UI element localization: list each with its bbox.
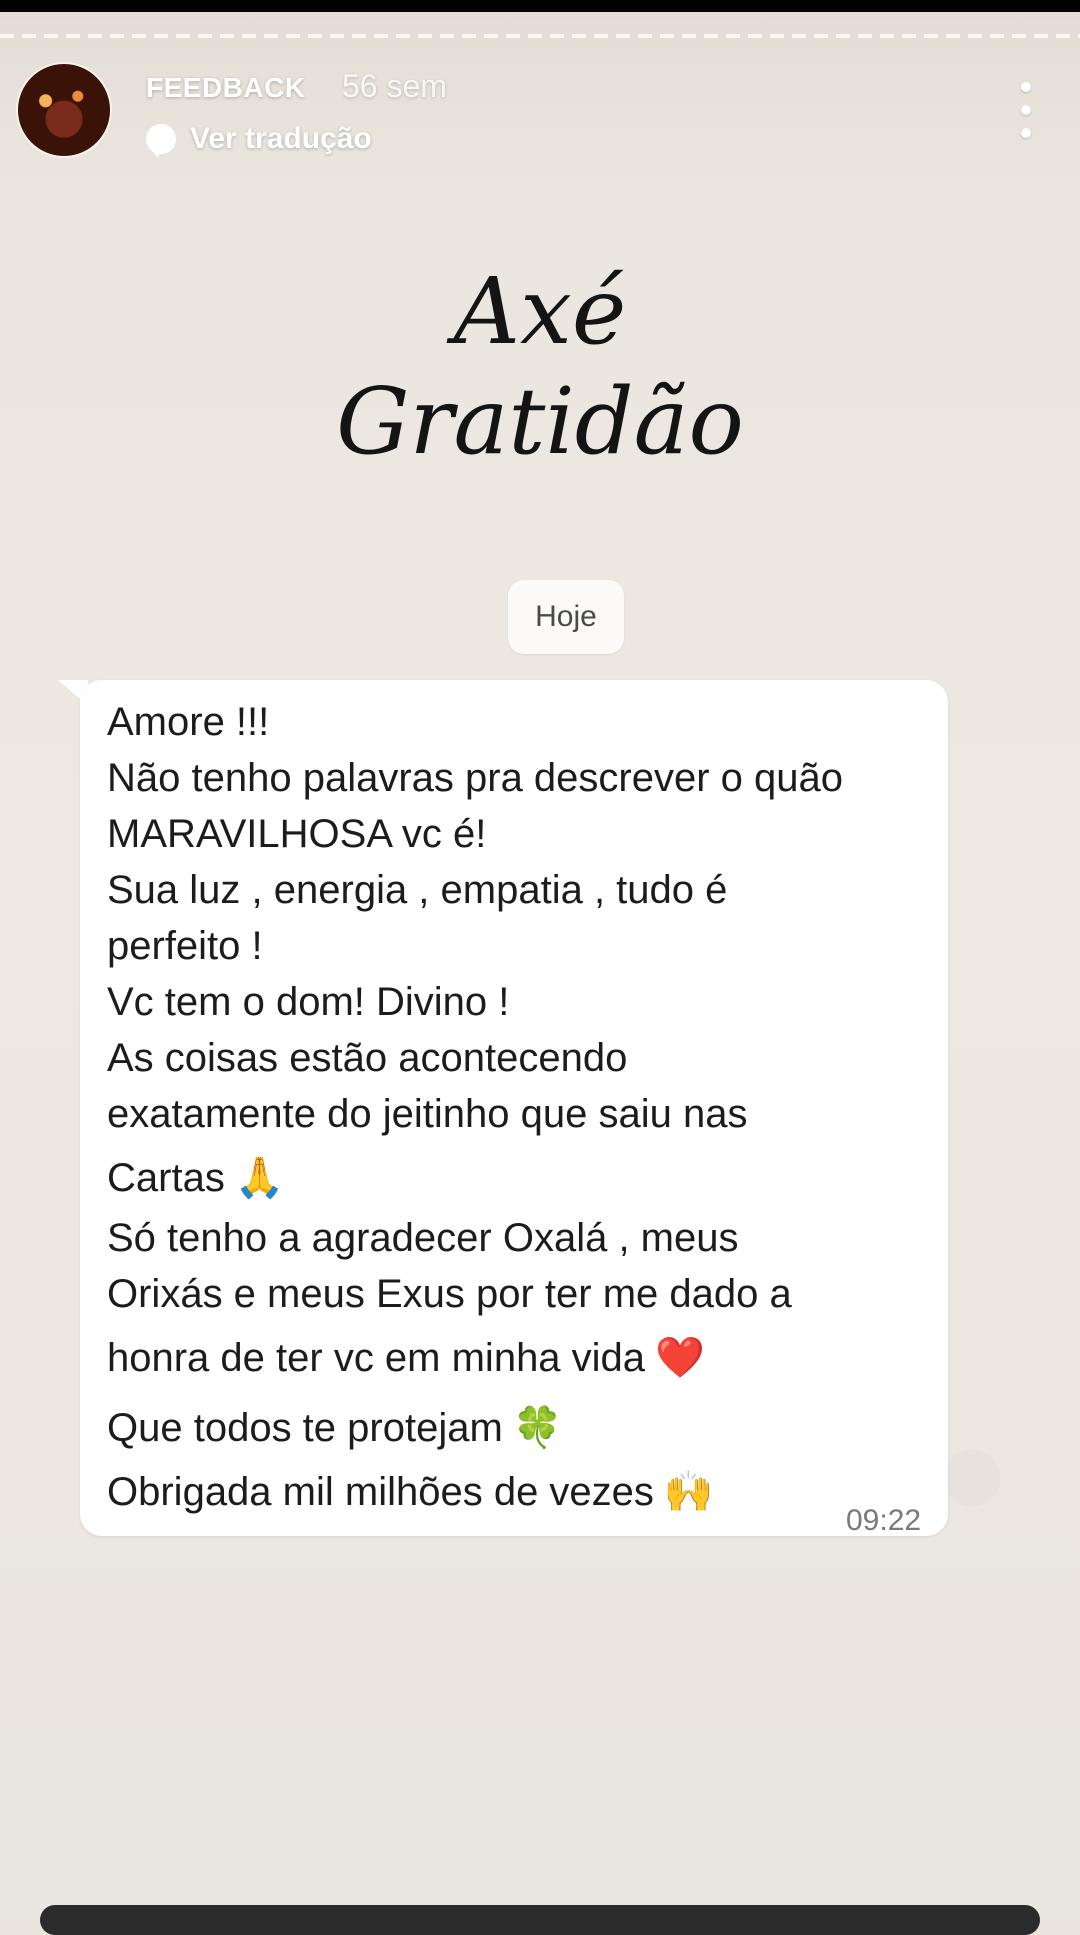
message-line: Não tenho palavras pra descrever o quão — [107, 756, 844, 800]
story-progress-bar — [0, 34, 1080, 38]
status-strip — [0, 0, 1080, 12]
message-line: Amore !!! — [107, 700, 270, 744]
translate-label: Ver tradução — [190, 122, 372, 155]
message-line-with-emoji: Obrigada mil milhões de vezes 🙌 — [107, 1468, 714, 1515]
menu-dot — [1021, 105, 1031, 115]
translate-button[interactable]: Ver tradução — [146, 122, 372, 158]
message-line: Vc tem o dom! Divino ! — [107, 980, 510, 1024]
pray-emoji-icon: 🙏 — [234, 1156, 285, 1200]
story-username[interactable]: FEEDBACK — [146, 72, 306, 104]
clover-emoji-icon: 🍀 — [512, 1406, 563, 1450]
message-line-with-emoji: Que todos te protejam 🍀 — [107, 1404, 563, 1451]
message-line: MARAVILHOSA vc é! — [107, 812, 487, 856]
message-time: 09:22 — [846, 1504, 922, 1537]
message-text: Que todos te protejam — [107, 1406, 503, 1450]
avatar[interactable] — [18, 64, 110, 156]
story-time-ago: 56 sem — [342, 68, 447, 104]
menu-dot — [1021, 82, 1031, 92]
headline-line-1: Axé — [453, 258, 627, 365]
more-options-icon[interactable] — [1012, 82, 1040, 138]
message-line: perfeito ! — [107, 924, 263, 968]
message-line-with-emoji: Cartas 🙏 — [107, 1154, 285, 1201]
message-line: Orixás e meus Exus por ter me dado a — [107, 1272, 792, 1316]
speech-bubble-icon — [146, 124, 176, 158]
raised-hands-emoji-icon: 🙌 — [663, 1470, 714, 1514]
message-text: Cartas — [107, 1156, 225, 1200]
headline-line-2: Gratidão — [336, 368, 744, 475]
heart-emoji-icon: ❤️ — [655, 1336, 705, 1380]
message-line: Sua luz , energia , empatia , tudo é — [107, 868, 728, 912]
message-line: Só tenho a agradecer Oxalá , meus — [107, 1216, 739, 1260]
menu-dot — [1021, 128, 1031, 138]
message-line: As coisas estão acontecendo — [107, 1036, 628, 1080]
message-text: honra de ter vc em minha vida — [107, 1336, 646, 1380]
reply-bar-edge[interactable] — [40, 1905, 1040, 1935]
message-line: exatamente do jeitinho que saiu nas — [107, 1092, 748, 1136]
message-line-with-emoji: honra de ter vc em minha vida ❤️ — [107, 1334, 705, 1381]
date-pill: Hoje — [508, 580, 624, 654]
message-text: Obrigada mil milhões de vezes — [107, 1470, 654, 1514]
